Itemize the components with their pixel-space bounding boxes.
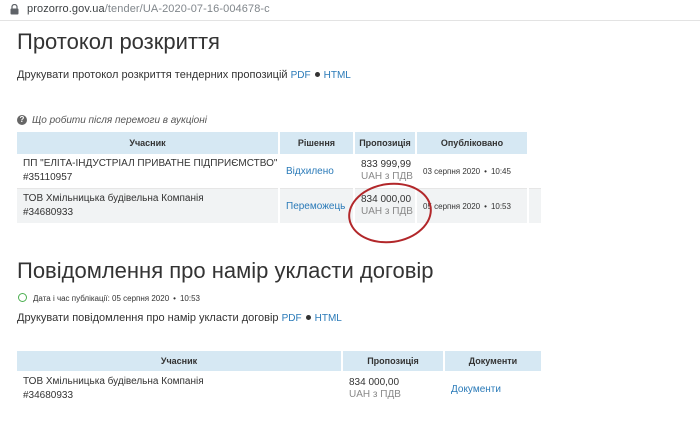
documents-link[interactable]: Документи [444, 371, 543, 407]
published-date: 03 серпня 2020 [423, 166, 481, 176]
bid-currency: UAH з ПДВ [361, 171, 413, 182]
section-title-intent: Повідомлення про намір укласти договір [17, 258, 434, 283]
published-time: 10:45 [490, 166, 511, 176]
column-header-published: Опубліковано [416, 132, 529, 154]
participant-cell: ТОВ Хмільницька будівельна Компанія #3468… [17, 188, 280, 223]
table-row: ПП "ЕЛІТА-ІНДУСТРІАЛ ПРИВАТНЕ ПІДПРИЄМСТ… [17, 154, 543, 189]
publication-time-text: 10:53 [179, 294, 200, 303]
participant-cell: ТОВ Хмільницька будівельна Компанія #3468… [17, 371, 343, 407]
participant-name: ТОВ Хмільницька будівельна Компанія [23, 193, 204, 204]
print-intent-line: Друкувати повідомлення про намір укласти… [17, 312, 342, 324]
column-header-bid: Пропозиція [354, 132, 417, 154]
published-cell: 03 серпня 2020 • 10:45 [416, 154, 529, 189]
print-protocol-text: Друкувати протокол розкриття тендерних п… [17, 69, 288, 81]
decision-link[interactable]: Переможець [279, 188, 355, 223]
protocol-pdf-link[interactable]: PDF [291, 70, 311, 81]
column-header-documents: Документи [444, 351, 543, 371]
column-header-participant: Учасник [17, 132, 280, 154]
intent-pdf-link[interactable]: PDF [282, 313, 302, 324]
intent-html-link[interactable]: HTML [315, 313, 342, 324]
protocol-html-link[interactable]: HTML [324, 70, 351, 81]
bids-table: Учасник Рішення Пропозиція Опубліковано … [17, 132, 543, 223]
bid-amount: 833 999,99 [361, 159, 412, 170]
question-icon: ? [17, 115, 27, 126]
url-text: prozorro.gov.ua/tender/UA-2020-07-16-004… [27, 3, 270, 15]
participant-name: ТОВ Хмільницька будівельна Компанія [23, 376, 204, 387]
participant-cell: ПП "ЕЛІТА-ІНДУСТРІАЛ ПРИВАТНЕ ПІДПРИЄМСТ… [17, 154, 280, 189]
participant-name: ПП "ЕЛІТА-ІНДУСТРІАЛ ПРИВАТНЕ ПІДПРИЄМСТ… [23, 158, 278, 169]
publication-datetime: Дата і час публікації: 05 серпня 2020 • 10… [18, 293, 200, 303]
after-win-hint[interactable]: ? Що робити після перемоги в аукціоні [17, 115, 207, 126]
published-time: 10:53 [490, 201, 511, 211]
section-title-protocol: Протокол розкриття [17, 29, 220, 54]
clock-icon [18, 293, 27, 303]
bullet-dot [314, 72, 320, 78]
participant-code: #34680933 [23, 207, 74, 218]
print-protocol-line: Друкувати протокол розкриття тендерних п… [17, 69, 351, 81]
participant-code: #34680933 [23, 390, 74, 401]
table-row: ТОВ Хмільницька будівельна Компанія #3468… [17, 188, 543, 223]
column-header-participant: Учасник [17, 351, 343, 371]
bullet-dot [305, 315, 311, 321]
published-cell: 05 серпня 2020 • 10:53 [416, 188, 529, 223]
print-intent-text: Друкувати повідомлення про намір укласти… [17, 312, 279, 324]
table-row: ТОВ Хмільницька будівельна Компанія #3468… [17, 371, 543, 407]
lock-icon [10, 4, 19, 15]
decision-link[interactable]: Відхилено [279, 154, 355, 189]
column-spacer [528, 132, 543, 154]
contract-table: Учасник Пропозиція Документи ТОВ Хмільни… [17, 351, 543, 407]
row-spacer [528, 188, 543, 223]
bid-currency: UAH з ПДВ [349, 389, 401, 400]
browser-address-bar[interactable]: prozorro.gov.ua/tender/UA-2020-07-16-004… [0, 0, 700, 21]
column-header-bid: Пропозиція [342, 351, 445, 371]
row-spacer [528, 154, 543, 189]
after-win-hint-text: Що робити після перемоги в аукціоні [32, 115, 207, 126]
bid-cell: 834 000,00 UAH з ПДВ [342, 371, 445, 407]
bid-amount: 834 000,00 [349, 377, 400, 388]
column-header-decision: Рішення [279, 132, 355, 154]
publication-date-text: Дата і час публікації: 05 серпня 2020 [33, 294, 170, 303]
participant-code: #35110957 [23, 172, 73, 183]
